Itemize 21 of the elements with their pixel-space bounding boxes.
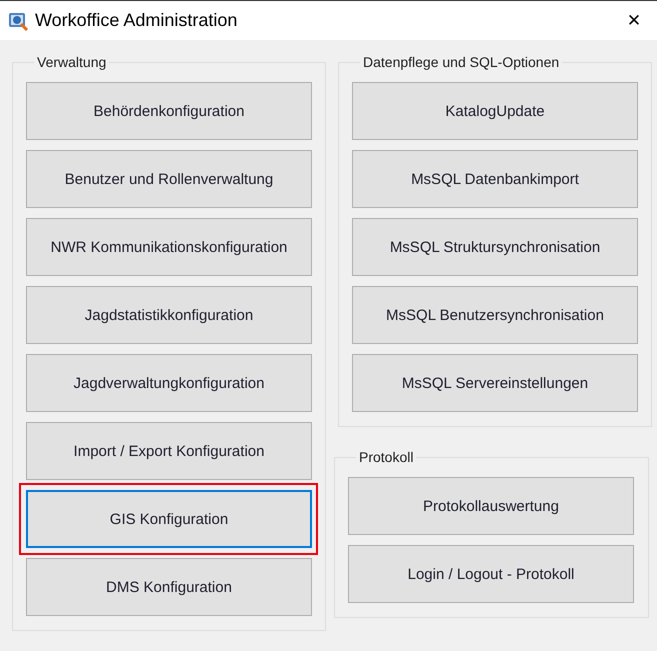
window-title: Workoffice Administration (35, 10, 238, 31)
config-button[interactable]: MsSQL Servereinstellungen (352, 354, 638, 412)
app-icon (8, 10, 28, 30)
config-button[interactable]: KatalogUpdate (352, 82, 638, 140)
config-button[interactable]: MsSQL Datenbankimport (352, 150, 638, 208)
config-button[interactable]: Jagdverwaltungkonfiguration (26, 354, 312, 412)
config-button[interactable]: Benutzer und Rollenverwaltung (26, 150, 312, 208)
config-button[interactable]: NWR Kommunikationskonfiguration (26, 218, 312, 276)
config-button[interactable]: MsSQL Benutzersynchronisation (352, 286, 638, 344)
config-button[interactable]: Behördenkonfiguration (26, 82, 312, 140)
config-button[interactable]: GIS Konfiguration (26, 490, 312, 548)
config-button[interactable]: Login / Logout - Protokoll (348, 545, 634, 603)
group-title: Protokoll (358, 449, 414, 465)
config-button[interactable]: Jagdstatistikkonfiguration (26, 286, 312, 344)
config-button[interactable]: Import / Export Konfiguration (26, 422, 312, 480)
group-title: Verwaltung (36, 54, 108, 70)
group-title: Datenpflege und SQL-Optionen (362, 54, 560, 70)
config-button[interactable]: DMS Konfiguration (26, 558, 312, 616)
close-button[interactable]: ✕ (611, 1, 657, 40)
config-button[interactable]: MsSQL Struktursynchronisation (352, 218, 638, 276)
config-button[interactable]: Protokollauswertung (348, 477, 634, 535)
